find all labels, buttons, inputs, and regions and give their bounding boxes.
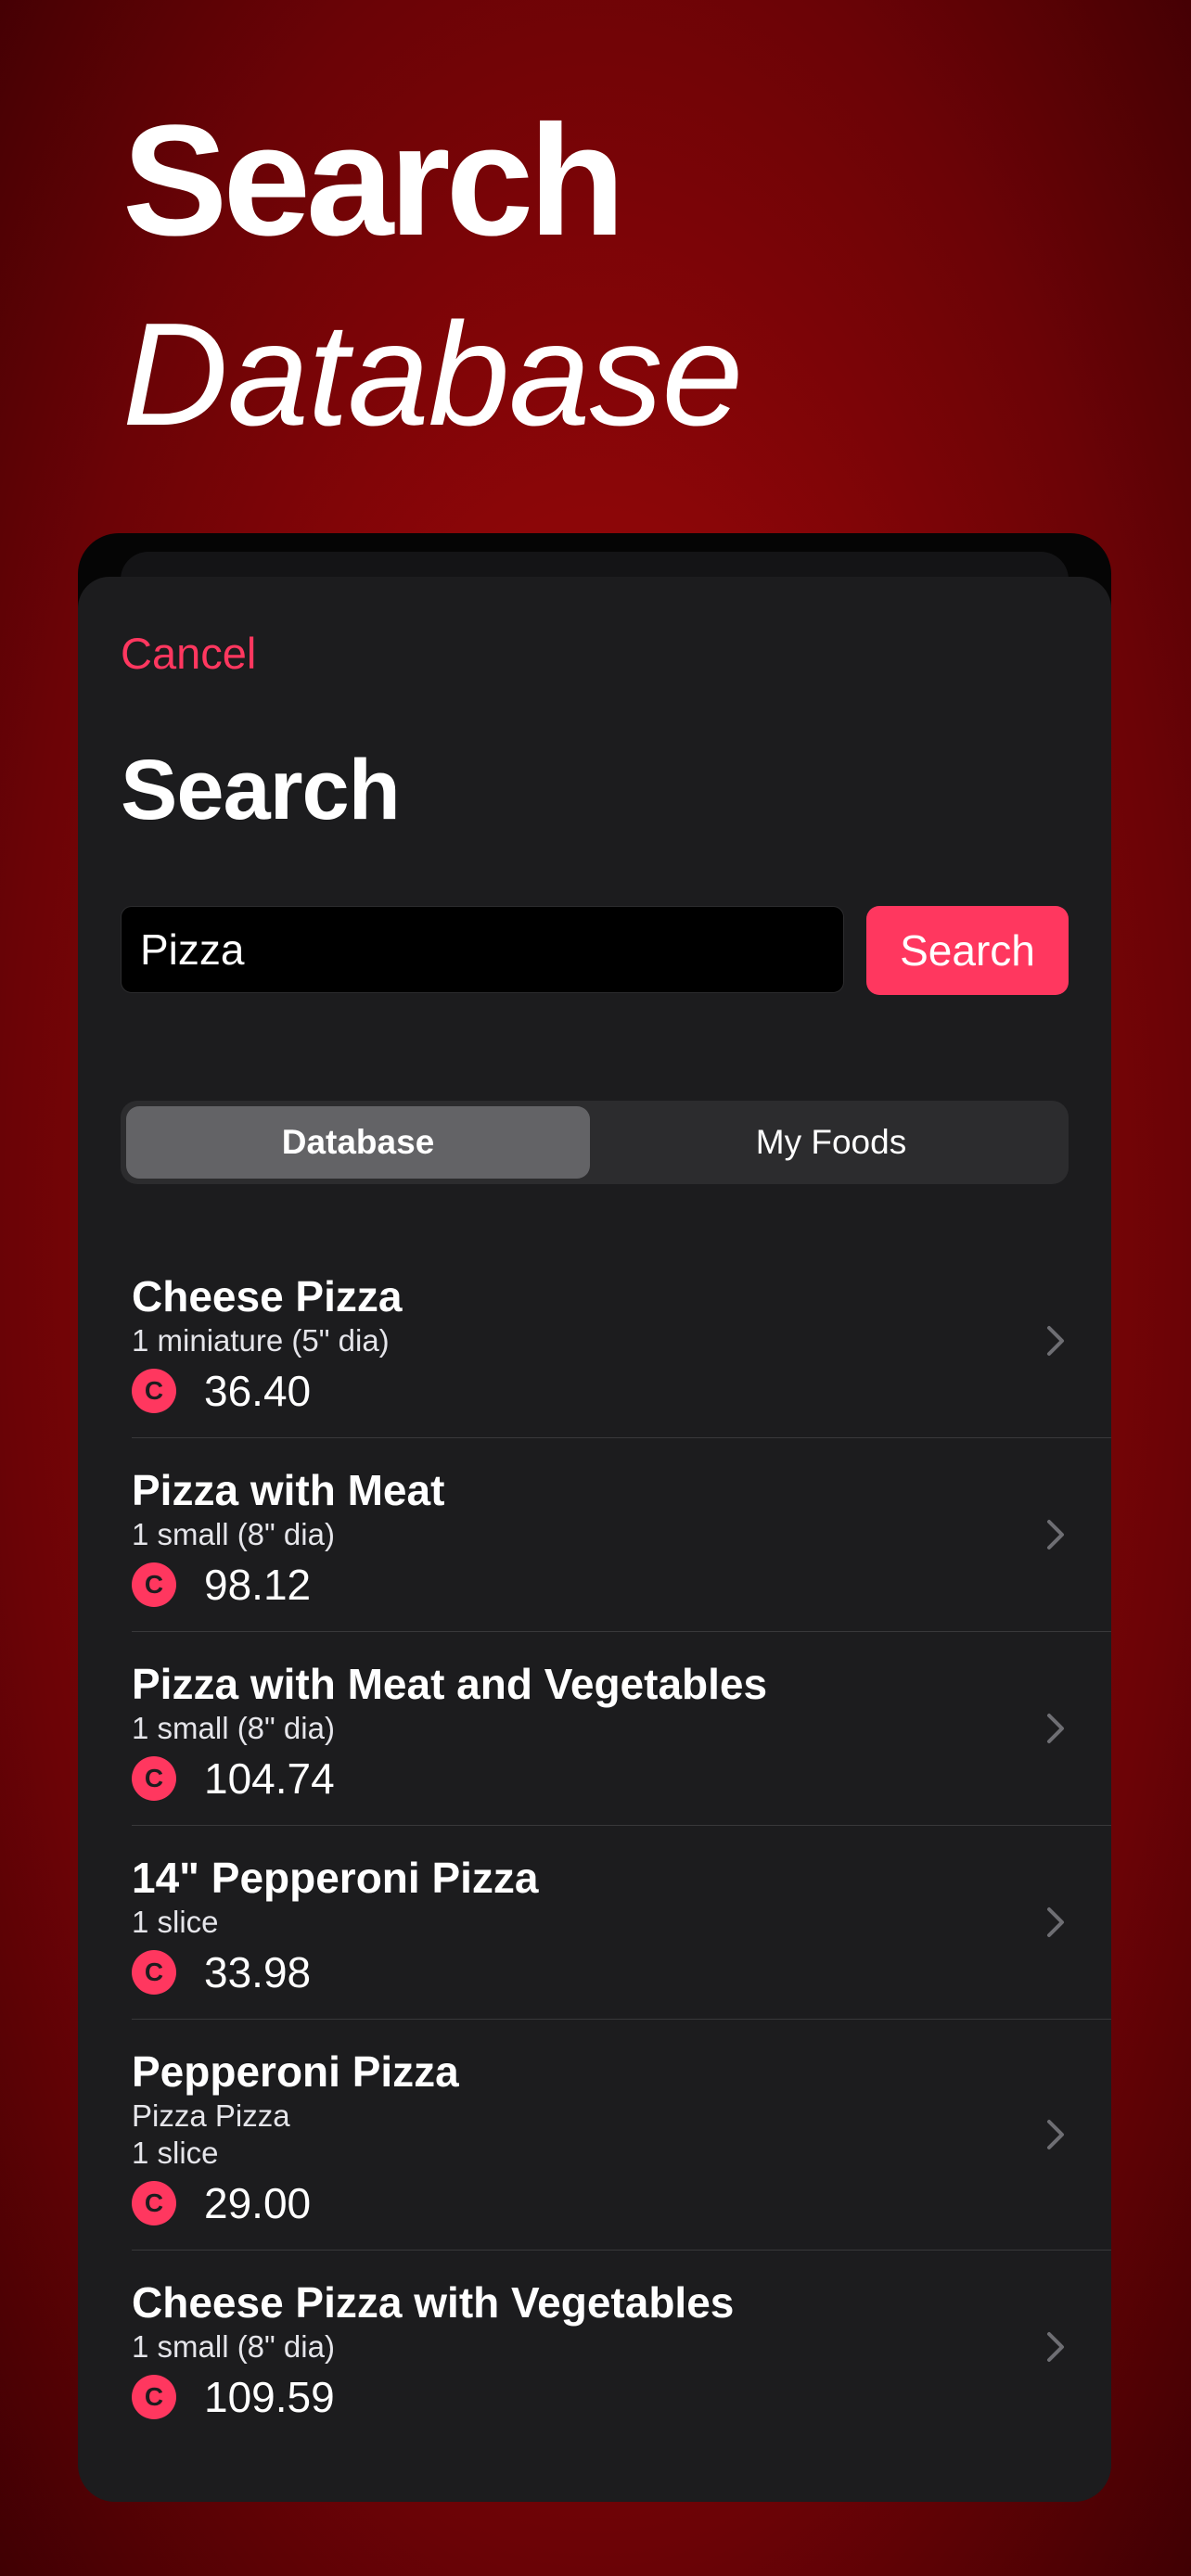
food-name: Cheese Pizza [132, 1272, 403, 1320]
list-item-content: 14" Pepperoni Pizza 1 slice C 33.98 [132, 1826, 1111, 2019]
chevron-right-icon [1047, 1907, 1064, 1937]
calorie-value: 36.40 [204, 1367, 312, 1415]
chevron-right-icon [1047, 1520, 1064, 1549]
search-input[interactable]: Pizza [121, 906, 844, 993]
chevron-right-icon [1047, 1326, 1064, 1356]
calorie-value: 104.74 [204, 1754, 335, 1803]
food-name: Pepperoni Pizza [132, 2047, 459, 2096]
source-segmented-control: Database My Foods [121, 1101, 1069, 1184]
chevron-right-icon [1047, 1714, 1064, 1743]
calorie-badge-icon: C [132, 1369, 176, 1413]
calorie-badge-icon: C [132, 1562, 176, 1607]
food-detail: 1 small (8" dia) [132, 1711, 335, 1745]
food-detail: 1 small (8" dia) [132, 1517, 335, 1551]
list-item[interactable]: Pepperoni Pizza Pizza Pizza 1 slice C 29.00 [132, 2020, 1111, 2251]
calorie-badge-icon: C [132, 2375, 176, 2419]
list-item[interactable]: Pizza with Meat 1 small (8" dia) C 98.12 [132, 1438, 1111, 1632]
calorie-line: C 109.59 [132, 2369, 1111, 2425]
list-item-content: Pepperoni Pizza Pizza Pizza 1 slice C 29.00 [132, 2020, 1111, 2250]
food-name: Pizza with Meat [132, 1466, 445, 1514]
calorie-line: C 98.12 [132, 1557, 1111, 1613]
list-item[interactable]: Cheese Pizza 1 miniature (5" dia) C 36.40 [132, 1244, 1111, 1438]
calorie-value: 33.98 [204, 1948, 312, 1996]
results-list: Cheese Pizza 1 miniature (5" dia) C 36.40 Pi… [78, 1244, 1111, 2443]
calorie-line: C 29.00 [132, 2175, 1111, 2231]
calorie-badge-icon: C [132, 2181, 176, 2225]
list-item-content: Pizza with Meat and Vegetables 1 small (8… [132, 1632, 1111, 1825]
food-detail: Pizza Pizza [132, 2098, 290, 2133]
chevron-right-icon [1047, 2120, 1064, 2149]
food-name: Cheese Pizza with Vegetables [132, 2278, 735, 2327]
food-detail: 1 small (8" dia) [132, 2329, 335, 2364]
search-sheet: Cancel Search Pizza Search Database My F… [78, 577, 1111, 2502]
page-title: Search [121, 743, 401, 837]
calorie-line: C 36.40 [132, 1363, 1111, 1419]
list-item-content: Pizza with Meat 1 small (8" dia) C 98.12 [132, 1438, 1111, 1631]
segment-my-foods[interactable]: My Foods [599, 1106, 1063, 1179]
food-detail: 1 miniature (5" dia) [132, 1323, 390, 1358]
calorie-line: C 104.74 [132, 1751, 1111, 1806]
food-name: 14" Pepperoni Pizza [132, 1854, 539, 1902]
search-input-value: Pizza [140, 925, 245, 974]
calorie-value: 98.12 [204, 1561, 312, 1609]
calorie-value: 109.59 [204, 2373, 335, 2421]
list-item[interactable]: 14" Pepperoni Pizza 1 slice C 33.98 [132, 1826, 1111, 2020]
chevron-right-icon [1047, 2332, 1064, 2362]
calorie-line: C 33.98 [132, 1945, 1111, 2000]
list-item-content: Cheese Pizza with Vegetables 1 small (8" … [132, 2251, 1111, 2443]
food-name: Pizza with Meat and Vegetables [132, 1660, 768, 1708]
list-item[interactable]: Cheese Pizza with Vegetables 1 small (8" … [132, 2251, 1111, 2443]
cancel-button[interactable]: Cancel [121, 628, 256, 679]
calorie-badge-icon: C [132, 1950, 176, 1995]
hero-title-search: Search [122, 93, 625, 269]
calorie-value: 29.00 [204, 2179, 312, 2227]
hero-title-database: Database [122, 293, 743, 456]
segment-database[interactable]: Database [126, 1106, 590, 1179]
food-detail: 1 slice [132, 2136, 219, 2170]
list-item-content: Cheese Pizza 1 miniature (5" dia) C 36.40 [132, 1244, 1111, 1437]
calorie-badge-icon: C [132, 1756, 176, 1801]
list-item[interactable]: Pizza with Meat and Vegetables 1 small (8… [132, 1632, 1111, 1826]
search-button[interactable]: Search [866, 906, 1069, 995]
food-detail: 1 slice [132, 1905, 219, 1939]
